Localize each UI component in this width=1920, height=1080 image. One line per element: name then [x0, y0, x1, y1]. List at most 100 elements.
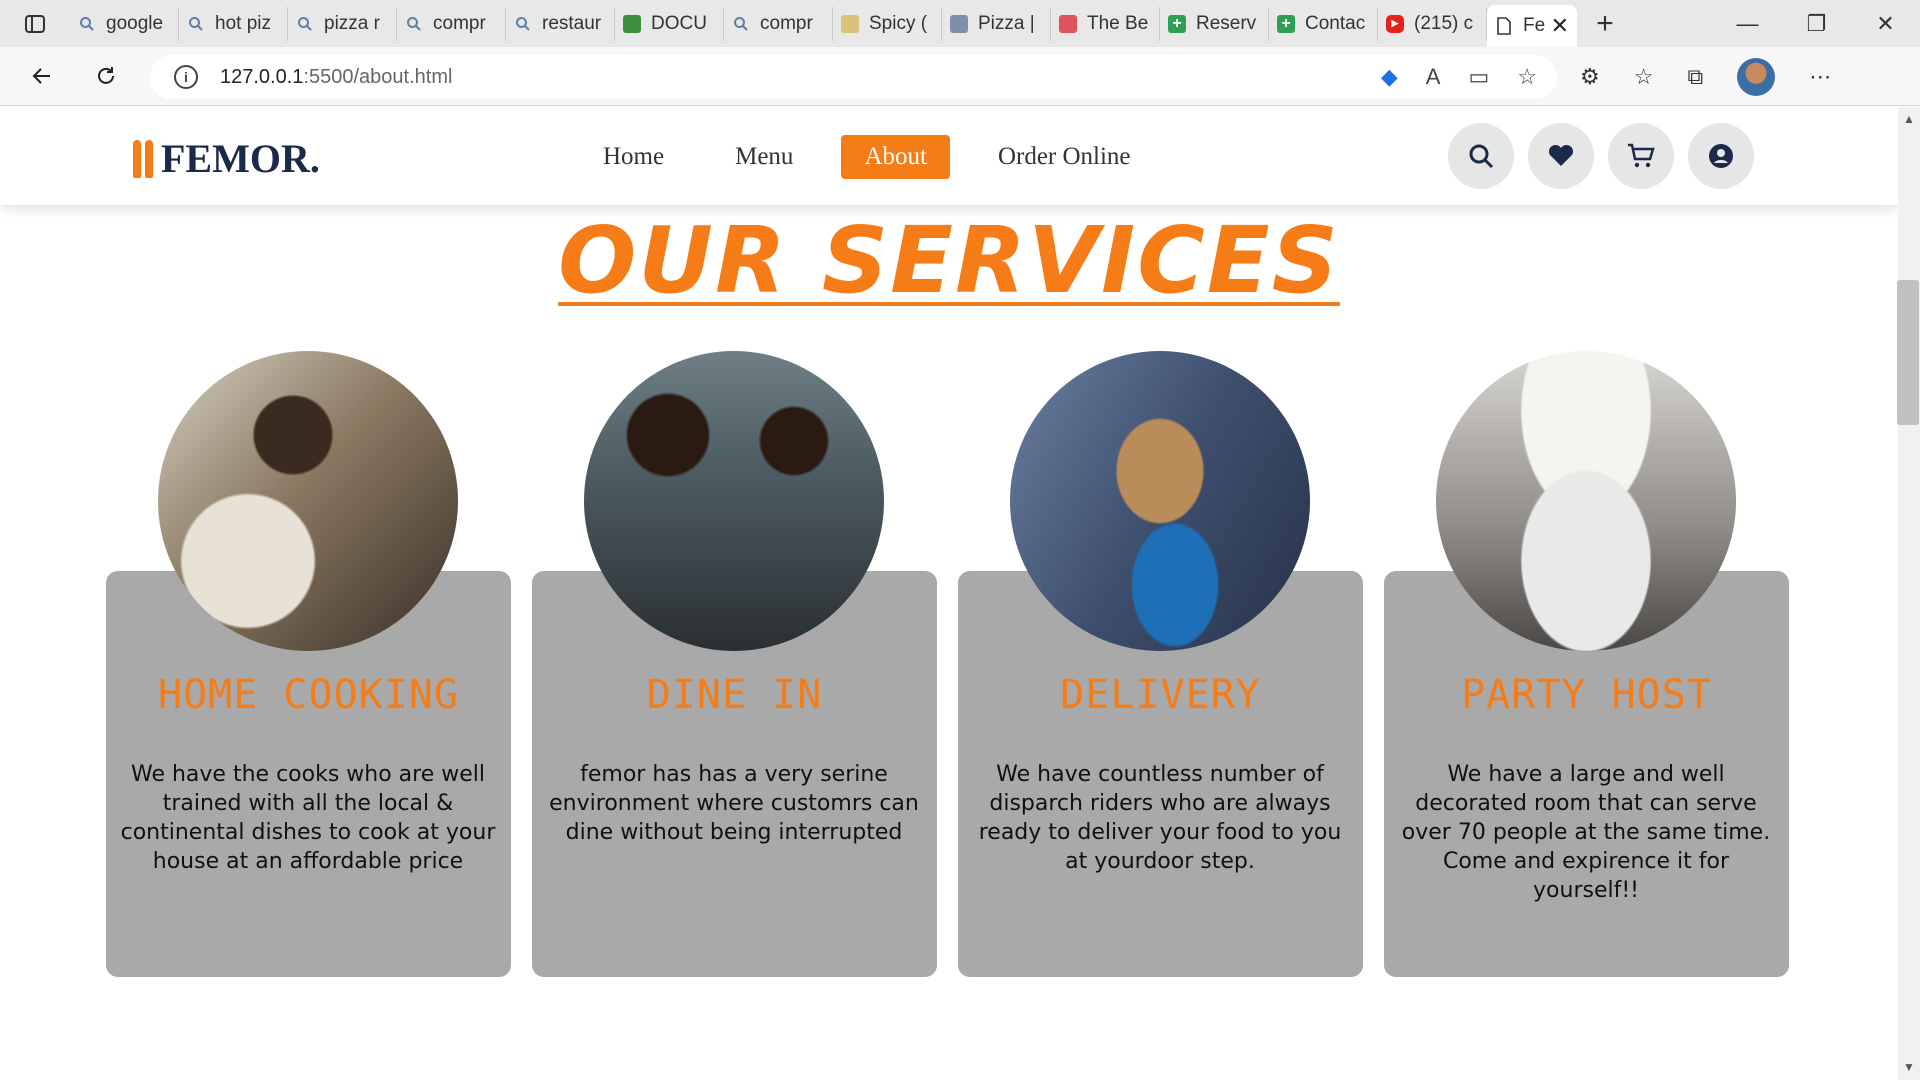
browser-tab[interactable]: The Be [1051, 6, 1160, 41]
browser-tab[interactable]: ▶ (215) c [1378, 6, 1487, 41]
tab-title: restaur [542, 12, 602, 34]
plus-icon: + [1277, 14, 1295, 33]
reload-button[interactable] [84, 54, 128, 98]
search-icon [1469, 144, 1494, 169]
tab-title: compr [433, 12, 486, 34]
tab-title: google [106, 12, 164, 34]
window-controls: — ❐ ✕ [1713, 11, 1920, 37]
search-icon [732, 15, 750, 33]
browser-tab[interactable]: pizza r [288, 6, 397, 41]
dine-in-photo [584, 351, 884, 651]
back-button[interactable] [20, 54, 64, 98]
service-title: HOME COOKING [158, 672, 459, 718]
address-bar[interactable]: i 127.0.0.1:5500/about.html ◆ A ▭ ☆ [150, 55, 1557, 99]
service-title: PARTY HOST [1461, 672, 1712, 718]
home-cooking-photo [158, 351, 458, 651]
tab-title: pizza r [324, 12, 380, 34]
service-title: DINE IN [646, 672, 823, 718]
service-description: We have a large and well decorated room … [1401, 762, 1771, 903]
header-actions [1448, 123, 1754, 189]
browser-tab-bar: google hot piz pizza r compr restaur DOCU comp… [0, 0, 1920, 47]
tab-title: Pizza | [978, 12, 1035, 34]
tab-title: Contac [1305, 12, 1366, 34]
browser-tab[interactable]: compr [397, 6, 506, 41]
scrollbar-thumb[interactable] [1897, 280, 1919, 425]
minimize-button[interactable]: — [1713, 11, 1782, 37]
scroll-down-arrow-icon[interactable]: ▼ [1898, 1060, 1920, 1074]
service-description: femor has has a very serine environment … [549, 762, 919, 845]
page-icon [1495, 17, 1513, 35]
plus-icon: + [1168, 14, 1186, 33]
search-icon [78, 15, 96, 33]
browser-tab[interactable]: hot piz [179, 6, 288, 41]
nav-about[interactable]: About [841, 135, 950, 179]
nav-order-online[interactable]: Order Online [975, 135, 1154, 179]
browser-tab[interactable]: restaur [506, 6, 615, 41]
close-tab-icon[interactable]: ✕ [1551, 13, 1569, 39]
page-scrollbar[interactable] [1898, 107, 1920, 1080]
page-viewport: FEMOR. Home Menu About Order Online OUR … [0, 107, 1898, 1080]
search-icon [405, 15, 423, 33]
url-path: :5500/about.html [303, 65, 453, 88]
logo-text: FEMOR. [161, 136, 320, 181]
nav-home[interactable]: Home [580, 135, 687, 179]
profile-avatar[interactable] [1737, 58, 1776, 96]
collections-icon[interactable]: ⧉ [1687, 64, 1703, 90]
address-bar-actions: ◆ A ▭ ☆ [1381, 55, 1537, 99]
tab-title: hot piz [215, 12, 271, 34]
search-icon [514, 15, 532, 33]
tab-active[interactable]: Fe ✕ [1487, 5, 1577, 47]
restore-button[interactable]: ❐ [1782, 11, 1851, 37]
extensions-icon[interactable]: ⚙ [1580, 64, 1600, 90]
tab-actions-button[interactable] [0, 0, 70, 47]
browser-tab[interactable]: Spicy ( [833, 6, 942, 41]
page-icon [841, 14, 859, 33]
search-button[interactable] [1448, 123, 1514, 189]
browser-tab[interactable]: Pizza | [942, 6, 1051, 41]
site-header: FEMOR. Home Menu About Order Online [0, 107, 1898, 205]
tab-title: Reserv [1196, 12, 1257, 34]
nav-menu[interactable]: Menu [712, 135, 816, 179]
service-title: DELIVERY [1060, 672, 1261, 718]
immersive-reader-icon[interactable]: ▭ [1468, 64, 1489, 90]
tab-title: (215) c [1414, 12, 1474, 34]
reload-icon [98, 67, 114, 84]
delivery-photo [1010, 351, 1310, 651]
user-icon [1709, 144, 1733, 168]
scroll-up-arrow-icon[interactable]: ▲ [1898, 112, 1920, 126]
youtube-icon: ▶ [1386, 14, 1404, 33]
url-text: 127.0.0.1:5500/about.html [220, 66, 452, 89]
tab-title: DOCU [651, 12, 707, 34]
services-heading-wrap: OUR SERVICES [0, 207, 1898, 314]
account-button[interactable] [1688, 123, 1754, 189]
fork-knife-icon [133, 139, 153, 178]
coupon-tag-icon[interactable]: ◆ [1381, 64, 1398, 90]
add-favorite-icon[interactable]: ☆ [1517, 64, 1537, 90]
url-host: 127.0.0.1 [220, 65, 304, 88]
browser-tab[interactable]: DOCU [615, 6, 724, 41]
close-window-button[interactable]: ✕ [1851, 11, 1920, 37]
browser-toolbar: i 127.0.0.1:5500/about.html ◆ A ▭ ☆ ⚙ ☆ … [0, 47, 1920, 106]
browser-tab[interactable]: + Contac [1269, 6, 1378, 41]
cart-button[interactable] [1608, 123, 1674, 189]
browser-tab[interactable]: google [70, 6, 179, 41]
read-aloud-icon[interactable]: A [1426, 64, 1441, 90]
site-logo[interactable]: FEMOR. [133, 135, 320, 182]
browser-tab[interactable]: + Reserv [1160, 6, 1269, 41]
favorites-icon[interactable]: ☆ [1634, 64, 1654, 90]
party-host-photo [1436, 351, 1736, 651]
tab-list: google hot piz pizza r compr restaur DOCU comp… [70, 6, 1487, 41]
search-icon [296, 15, 314, 33]
page-title: OUR SERVICES [558, 207, 1340, 314]
heart-icon [1548, 144, 1574, 166]
tab-title: The Be [1087, 12, 1149, 34]
browser-tab[interactable]: compr [724, 6, 833, 41]
rc-icon [623, 14, 641, 33]
site-info-icon[interactable]: i [174, 65, 198, 89]
lr-icon [1059, 14, 1077, 33]
wishlist-button[interactable] [1528, 123, 1594, 189]
new-tab-button[interactable]: + [1577, 7, 1633, 41]
more-options-icon[interactable]: ⋯ [1809, 64, 1831, 90]
main-nav: Home Menu About Order Online [580, 135, 1179, 179]
cart-icon [1628, 143, 1655, 168]
